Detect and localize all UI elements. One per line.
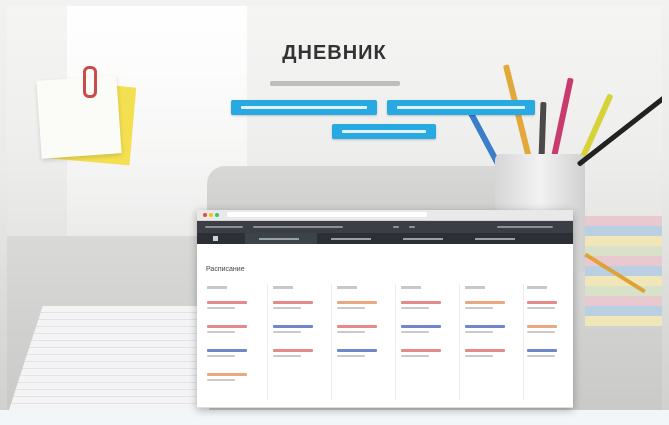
app-nav-tab-label bbox=[403, 238, 443, 240]
app-nav-tab bbox=[389, 233, 461, 244]
secondary-button[interactable] bbox=[332, 124, 436, 139]
column-divider bbox=[459, 284, 460, 400]
lesson-entry bbox=[527, 301, 569, 317]
lesson-entry bbox=[207, 373, 265, 389]
day-header bbox=[527, 286, 547, 289]
pen-decor bbox=[576, 95, 662, 167]
lesson-entry bbox=[273, 301, 331, 317]
button-label bbox=[342, 130, 426, 133]
schedule-day-column bbox=[337, 286, 395, 404]
lesson-entry bbox=[337, 349, 395, 365]
day-header bbox=[465, 286, 485, 289]
sticky-notes-decor bbox=[36, 66, 137, 166]
column-divider bbox=[523, 284, 524, 400]
app-nav-tab bbox=[317, 233, 389, 244]
app-preview-screenshot: Расписание bbox=[197, 210, 573, 408]
lesson-entry bbox=[465, 325, 523, 341]
day-header bbox=[401, 286, 421, 289]
lesson-entry bbox=[273, 349, 331, 365]
schedule-day-column bbox=[207, 286, 265, 404]
close-dot-icon bbox=[203, 213, 207, 217]
app-nav-tab-label bbox=[259, 238, 299, 240]
hero-title: ДНЕВНИК bbox=[282, 42, 387, 64]
app-top-bar-icon bbox=[409, 226, 415, 228]
app-top-bar bbox=[197, 221, 573, 233]
home-icon bbox=[213, 236, 218, 241]
page-bottom-strip bbox=[0, 410, 669, 425]
day-header bbox=[337, 286, 357, 289]
address-bar bbox=[227, 212, 427, 217]
button-label bbox=[397, 106, 525, 109]
schedule-title: Расписание bbox=[206, 266, 245, 273]
browser-chrome bbox=[197, 210, 573, 221]
app-nav-tab bbox=[245, 233, 317, 244]
day-header bbox=[273, 286, 293, 289]
minimize-dot-icon bbox=[209, 213, 213, 217]
app-top-bar-icon bbox=[393, 226, 399, 228]
lesson-entry bbox=[401, 349, 459, 365]
white-note bbox=[36, 75, 122, 159]
card-bottom-border bbox=[197, 407, 573, 408]
schedule-day-column bbox=[527, 286, 569, 404]
app-nav-tab bbox=[461, 233, 533, 244]
primary-button-right[interactable] bbox=[387, 100, 535, 115]
lesson-entry bbox=[527, 349, 569, 365]
lesson-entry bbox=[337, 325, 395, 341]
app-nav-tab-label bbox=[331, 238, 371, 240]
column-divider bbox=[395, 284, 396, 400]
button-label bbox=[241, 106, 367, 109]
app-nav-tab-label bbox=[475, 238, 515, 240]
app-top-bar-text bbox=[253, 226, 343, 228]
lesson-entry bbox=[273, 325, 331, 341]
column-divider bbox=[331, 284, 332, 400]
maximize-dot-icon bbox=[215, 213, 219, 217]
lesson-entry bbox=[207, 301, 265, 317]
lesson-entry bbox=[337, 301, 395, 317]
hero-subtitle bbox=[270, 81, 400, 86]
lesson-entry bbox=[527, 325, 569, 341]
schedule-day-column bbox=[465, 286, 523, 404]
app-top-bar-text bbox=[205, 226, 243, 228]
lesson-entry bbox=[207, 325, 265, 341]
primary-button-left[interactable] bbox=[231, 100, 377, 115]
schedule-day-column bbox=[273, 286, 331, 404]
paperclip-icon bbox=[83, 66, 97, 98]
lesson-entry bbox=[207, 349, 265, 365]
lesson-entry bbox=[465, 301, 523, 317]
lesson-entry bbox=[401, 301, 459, 317]
app-top-bar-text bbox=[497, 226, 553, 228]
lesson-entry bbox=[401, 325, 459, 341]
column-divider bbox=[267, 284, 268, 400]
day-header bbox=[207, 286, 227, 289]
books-stack-decor bbox=[585, 216, 662, 326]
hero-section: ДНЕВНИК Расписание bbox=[0, 0, 669, 425]
schedule-day-column bbox=[401, 286, 459, 404]
app-nav-bar bbox=[197, 233, 573, 244]
lesson-entry bbox=[465, 349, 523, 365]
